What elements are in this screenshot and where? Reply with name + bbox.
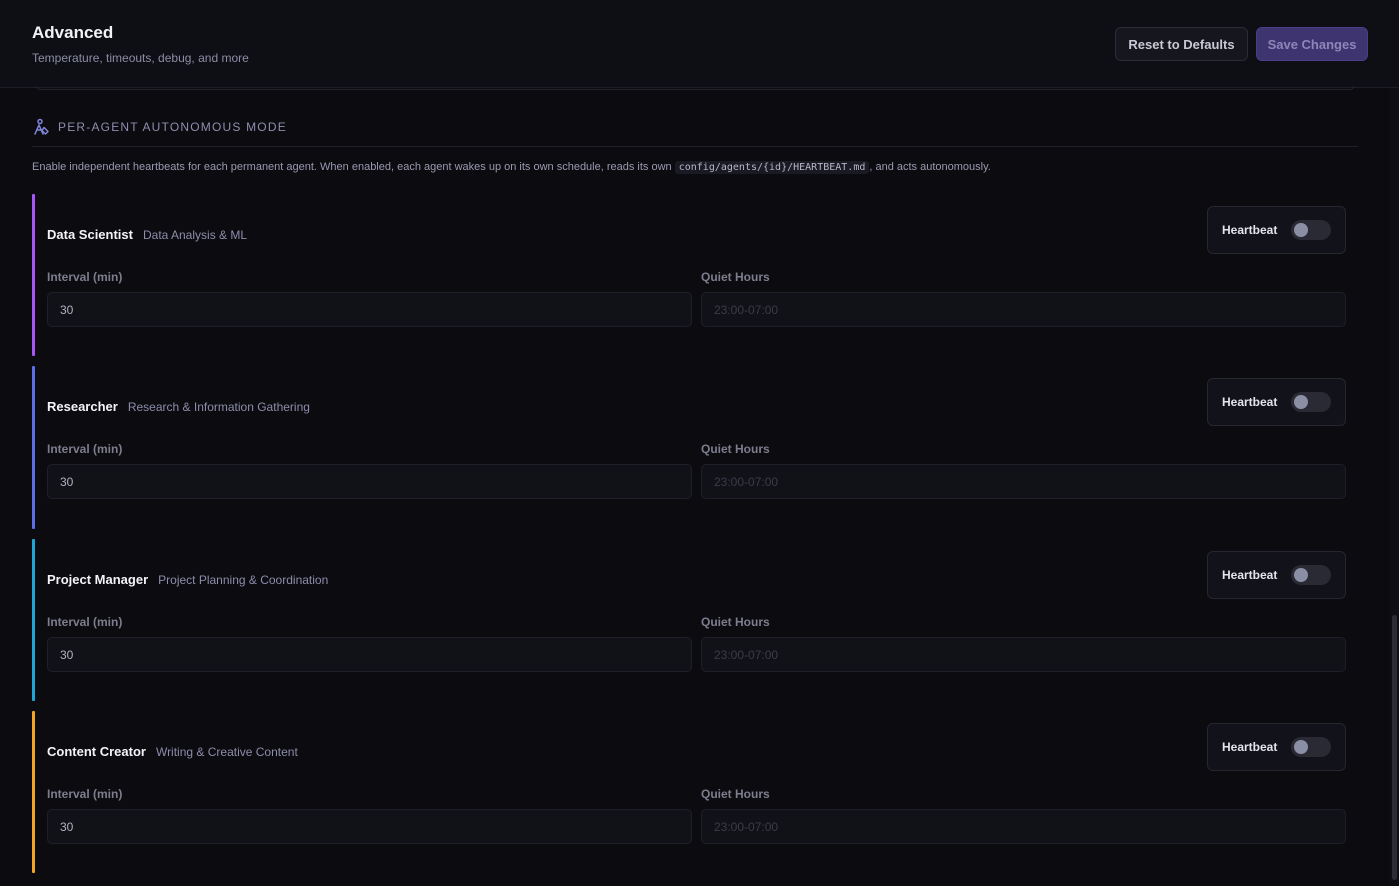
interval-label: Interval (min): [47, 442, 123, 456]
toggle-knob: [1294, 740, 1308, 754]
quiet-hours-label: Quiet Hours: [701, 787, 770, 801]
toggle-knob: [1294, 395, 1308, 409]
toggle-knob: [1294, 568, 1308, 582]
agent-card-researcher: Researcher Research & Information Gatheri…: [32, 366, 1358, 529]
interval-label: Interval (min): [47, 615, 123, 629]
section-heading: PER-AGENT AUTONOMOUS MODE: [32, 118, 287, 136]
section-description-text: Enable independent heartbeats for each p…: [32, 161, 675, 173]
agent-accent-bar: [32, 711, 35, 873]
interval-label: Interval (min): [47, 270, 123, 284]
page-title: Advanced: [32, 23, 114, 42]
agent-name: Researcher Research & Information Gatheri…: [47, 399, 310, 414]
heartbeat-label: Heartbeat: [1222, 223, 1278, 237]
quiet-hours-input[interactable]: [701, 637, 1346, 672]
page-header: Advanced Temperature, timeouts, debug, a…: [0, 0, 1399, 88]
agent-card-project-manager: Project Manager Project Planning & Coordi…: [32, 539, 1358, 701]
agent-accent-bar: [32, 366, 35, 529]
heartbeat-path-code: config/agents/{id}/HEARTBEAT.md: [674, 161, 870, 174]
agent-role: Project Planning & Coordination: [158, 573, 329, 587]
heartbeat-label: Heartbeat: [1222, 740, 1278, 754]
heartbeat-label: Heartbeat: [1222, 395, 1278, 409]
agent-autonomy-icon: [34, 118, 49, 135]
scrollbar[interactable]: [1390, 88, 1399, 886]
section-divider: [32, 146, 1358, 147]
save-changes-button[interactable]: Save Changes: [1256, 27, 1368, 61]
agent-accent-bar: [32, 194, 35, 356]
heartbeat-control: Heartbeat: [1207, 206, 1346, 254]
reset-to-defaults-button[interactable]: Reset to Defaults: [1115, 27, 1248, 61]
agent-name: Content Creator Writing & Creative Conten…: [47, 744, 298, 759]
quiet-hours-input[interactable]: [701, 809, 1346, 844]
scrollbar-thumb[interactable]: [1392, 615, 1397, 880]
heartbeat-label: Heartbeat: [1222, 568, 1278, 582]
interval-label: Interval (min): [47, 787, 123, 801]
section-description-text-end: , and acts autonomously.: [869, 161, 991, 173]
agent-card-content-creator: Content Creator Writing & Creative Conten…: [32, 711, 1358, 873]
agent-role: Research & Information Gathering: [127, 400, 310, 414]
previous-section-edge: [36, 86, 1354, 90]
heartbeat-control: Heartbeat: [1207, 723, 1346, 771]
quiet-hours-input[interactable]: [701, 292, 1346, 327]
quiet-hours-label: Quiet Hours: [701, 270, 770, 284]
agent-role: Writing & Creative Content: [155, 745, 298, 759]
heartbeat-toggle[interactable]: [1291, 392, 1331, 412]
quiet-hours-label: Quiet Hours: [701, 615, 770, 629]
heartbeat-toggle[interactable]: [1291, 565, 1331, 585]
quiet-hours-label: Quiet Hours: [701, 442, 770, 456]
heartbeat-toggle[interactable]: [1291, 220, 1331, 240]
section-title: PER-AGENT AUTONOMOUS MODE: [58, 120, 287, 134]
interval-input[interactable]: [47, 809, 692, 844]
agent-name: Project Manager Project Planning & Coordi…: [47, 572, 329, 587]
heartbeat-toggle[interactable]: [1291, 737, 1331, 757]
agent-role: Data Analysis & ML: [142, 228, 248, 242]
agent-card-data-scientist: Data Scientist Data Analysis & ML Heartbe…: [32, 194, 1358, 356]
section-description: Enable independent heartbeats for each p…: [32, 161, 991, 174]
quiet-hours-input[interactable]: [701, 464, 1346, 499]
interval-input[interactable]: [47, 292, 692, 327]
agent-accent-bar: [32, 539, 35, 701]
heartbeat-control: Heartbeat: [1207, 378, 1346, 426]
agent-name: Data Scientist Data Analysis & ML: [47, 227, 248, 242]
interval-input[interactable]: [47, 637, 692, 672]
page-subtitle: Temperature, timeouts, debug, and more: [32, 51, 249, 65]
heartbeat-control: Heartbeat: [1207, 551, 1346, 599]
interval-input[interactable]: [47, 464, 692, 499]
toggle-knob: [1294, 223, 1308, 237]
